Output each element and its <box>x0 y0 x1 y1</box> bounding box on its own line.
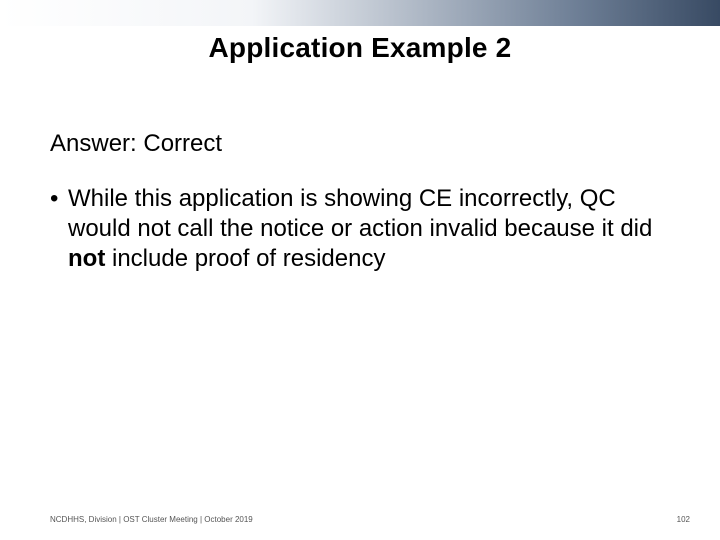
slide: Application Example 2 Answer: Correct • … <box>0 0 720 540</box>
footer-left: NCDHHS, Division | OST Cluster Meeting |… <box>50 515 253 524</box>
bullet-dot-icon: • <box>50 184 68 274</box>
slide-body: Answer: Correct • While this application… <box>50 130 670 274</box>
top-gradient-bar <box>0 0 720 26</box>
bullet-text-pre: While this application is showing CE inc… <box>68 185 652 242</box>
bullet-item: • While this application is showing CE i… <box>50 184 670 274</box>
slide-title: Application Example 2 <box>0 32 720 64</box>
bullet-text-post: include proof of residency <box>105 245 385 272</box>
page-number: 102 <box>677 515 690 524</box>
bullet-text: While this application is showing CE inc… <box>68 184 670 274</box>
bullet-text-bold: not <box>68 245 105 272</box>
answer-line: Answer: Correct <box>50 130 670 158</box>
